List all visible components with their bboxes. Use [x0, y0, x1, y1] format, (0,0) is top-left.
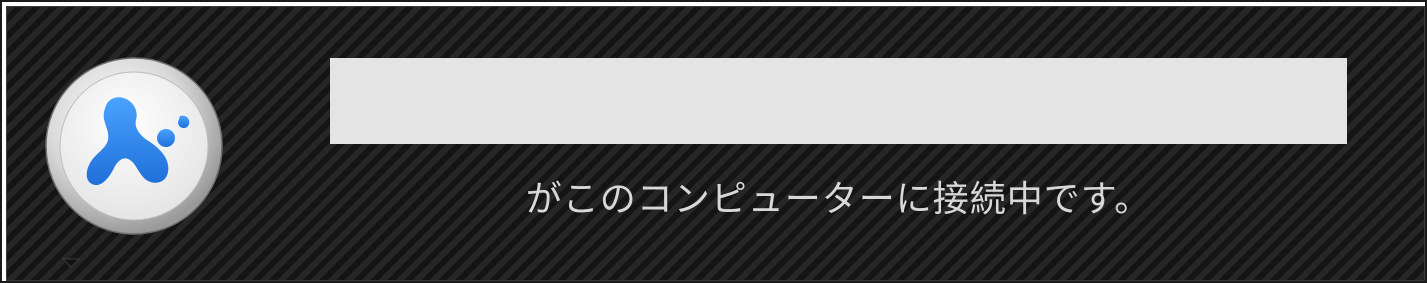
user-name-field	[330, 58, 1347, 144]
status-message: がこのコンピューターに接続中です。	[525, 179, 1152, 220]
splashtop-icon	[45, 57, 223, 235]
chevron-down-icon[interactable]	[62, 258, 80, 268]
notification-frame: がこのコンピューターに接続中です。	[0, 0, 1427, 283]
connection-notification-panel: がこのコンピューターに接続中です。	[6, 6, 1425, 281]
